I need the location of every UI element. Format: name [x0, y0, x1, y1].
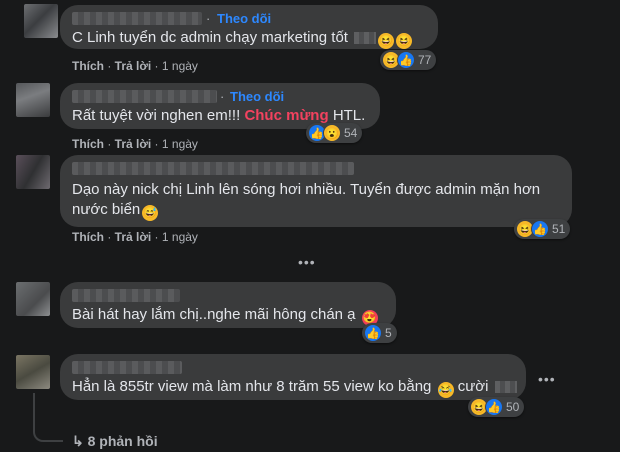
follow-link[interactable]: Theo dõi: [217, 11, 271, 26]
commenter-avatar[interactable]: [16, 355, 50, 389]
comment-text: Bài hát hay lắm chị..nghe mãi hông chán …: [72, 306, 378, 326]
reaction-count: 54: [344, 126, 358, 140]
commenter-name[interactable]: [72, 12, 202, 25]
reply-button[interactable]: Trả lời: [115, 137, 152, 151]
highlighted-text: Chúc mừng: [244, 107, 329, 124]
more-options-icon[interactable]: •••: [298, 254, 316, 270]
like-icon: 👍: [531, 220, 549, 238]
grinning-emoji-icon: 😅: [142, 205, 159, 221]
commenter-avatar[interactable]: [16, 83, 50, 117]
laughing-emoji-icon: 😆: [396, 33, 413, 49]
redacted-text: [354, 32, 377, 45]
like-button[interactable]: Thích: [72, 230, 104, 244]
comment-text: C Linh tuyển dc admin chạy marketing tốt…: [72, 29, 413, 49]
reaction-summary[interactable]: 👍 5: [362, 323, 397, 343]
separator-dot: ·: [206, 11, 211, 26]
comment-time[interactable]: 1 ngày: [162, 230, 198, 244]
reaction-count: 5: [385, 326, 392, 340]
follow-link[interactable]: Theo dõi: [230, 89, 284, 104]
commenter-name[interactable]: [72, 361, 182, 374]
reaction-count: 77: [418, 53, 432, 67]
reply-button[interactable]: Trả lời: [115, 230, 152, 244]
reaction-count: 51: [552, 222, 566, 236]
like-icon: 👍: [364, 324, 382, 342]
reaction-summary[interactable]: 👍 😮 54: [306, 123, 363, 143]
reaction-count: 50: [506, 400, 520, 414]
wow-icon: 😮: [323, 124, 341, 142]
reaction-summary[interactable]: 😆 👍 50: [468, 397, 525, 417]
comment-text: Hẳn là 855tr view mà làm như 8 trăm 55 v…: [72, 377, 517, 398]
separator-dot: ·: [220, 89, 225, 104]
reaction-summary[interactable]: 😆 👍 77: [380, 50, 437, 70]
commenter-avatar[interactable]: [16, 282, 50, 316]
like-icon: 👍: [397, 51, 415, 69]
comment-text: nước biển 😅: [72, 201, 159, 221]
like-icon: 👍: [485, 398, 503, 416]
laughing-emoji-icon: 😆: [378, 33, 395, 49]
comment-time[interactable]: 1 ngày: [162, 137, 198, 151]
reply-button[interactable]: Trả lời: [115, 59, 152, 73]
redacted-text: [494, 381, 517, 394]
comment-text: Dạo này nick chị Linh lên sóng hơi nhiều…: [72, 181, 541, 198]
like-button[interactable]: Thích: [72, 59, 104, 73]
like-button[interactable]: Thích: [72, 137, 104, 151]
commenter-name[interactable]: [72, 90, 217, 103]
comment-time[interactable]: 1 ngày: [162, 59, 198, 73]
laughing-emoji-icon: 😂: [437, 382, 454, 398]
reply-thread-line: [33, 393, 63, 442]
reaction-summary[interactable]: 😆 👍 51: [514, 219, 571, 239]
commenter-name[interactable]: [72, 289, 180, 302]
commenter-avatar[interactable]: [16, 155, 50, 189]
comment-actions: Thích · Trả lời · 1 ngày: [72, 230, 198, 244]
comment-actions: Thích · Trả lời · 1 ngày: [72, 137, 198, 151]
commenter-avatar[interactable]: [24, 4, 58, 38]
view-replies-link[interactable]: ↳ 8 phản hồi: [72, 433, 158, 450]
commenter-name[interactable]: [72, 162, 354, 175]
more-options-icon[interactable]: •••: [538, 371, 556, 387]
comment-actions: Thích · Trả lời · 1 ngày: [72, 59, 198, 73]
